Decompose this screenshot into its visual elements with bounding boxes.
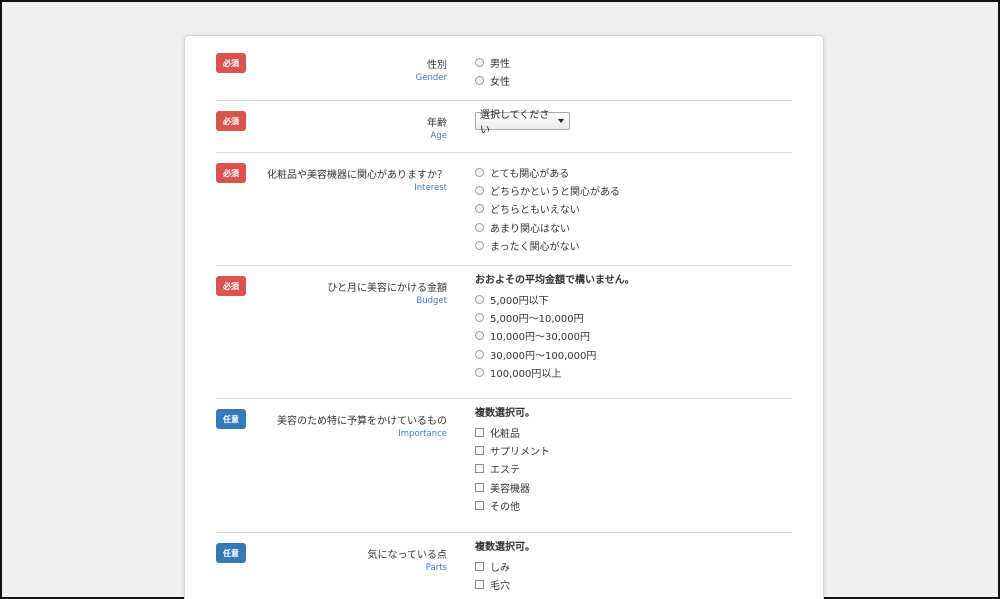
interest-option[interactable]: まったく関心がない bbox=[475, 236, 620, 254]
form-row-parts: 任意 気になっている点 Parts 複数選択可。 しみ 毛穴 bbox=[216, 542, 792, 599]
importance-options: 複数選択可。 化粧品 サプリメント エステ 美容機器 その他 bbox=[475, 408, 550, 514]
field-label: ひと月に美容にかける金額 bbox=[327, 283, 447, 294]
budget-option[interactable]: 5,000円以下 bbox=[475, 290, 635, 308]
radio-button[interactable] bbox=[475, 57, 484, 67]
field-label-en: Parts bbox=[425, 563, 447, 573]
checkbox[interactable] bbox=[475, 427, 484, 437]
optional-badge: 任意 bbox=[216, 409, 246, 429]
radio-button[interactable] bbox=[475, 349, 484, 359]
form-row-age: 必須 年齢 Age 選択してください bbox=[216, 110, 792, 153]
interest-options: とても関心がある どちらかというと関心がある どちらともいえない あまり関心はな… bbox=[475, 163, 620, 254]
checkbox[interactable] bbox=[475, 561, 484, 571]
importance-option[interactable]: 美容機器 bbox=[475, 478, 550, 496]
budget-options: おおよその平均金額で構いません。 5,000円以下 5,000円〜10,000円… bbox=[475, 275, 635, 381]
field-label: 性別 bbox=[427, 60, 447, 71]
age-field: 選択してください bbox=[475, 110, 570, 136]
multi-select-note: 複数選択可。 bbox=[475, 408, 535, 419]
budget-option[interactable]: 5,000円〜10,000円 bbox=[475, 308, 635, 326]
field-label: 美容のため特に予算をかけているもの bbox=[277, 416, 447, 427]
importance-option[interactable]: 化粧品 bbox=[475, 423, 550, 441]
field-label-en: Gender bbox=[415, 73, 447, 83]
form-row-importance: 任意 美容のため特に予算をかけているもの Importance 複数選択可。 化… bbox=[216, 408, 792, 533]
checkbox[interactable] bbox=[475, 482, 484, 492]
required-badge: 必須 bbox=[216, 53, 246, 73]
radio-button[interactable] bbox=[475, 222, 484, 232]
radio-button[interactable] bbox=[475, 294, 484, 304]
optional-badge: 任意 bbox=[216, 543, 246, 563]
required-badge: 必須 bbox=[216, 111, 246, 131]
budget-option[interactable]: 10,000円〜30,000円 bbox=[475, 327, 635, 345]
importance-option[interactable]: その他 bbox=[475, 496, 550, 514]
parts-option[interactable]: 毛穴 bbox=[475, 575, 535, 593]
budget-note: おおよその平均金額で構いません。 bbox=[475, 275, 635, 286]
form-row-budget: 必須 ひと月に美容にかける金額 Budget おおよその平均金額で構いません。 … bbox=[216, 275, 792, 399]
checkbox[interactable] bbox=[475, 445, 484, 455]
gender-options: 男性 女性 bbox=[475, 53, 510, 90]
radio-button[interactable] bbox=[475, 312, 484, 322]
parts-options: 複数選択可。 しみ 毛穴 bbox=[475, 542, 535, 594]
interest-option[interactable]: あまり関心はない bbox=[475, 218, 620, 236]
radio-button[interactable] bbox=[475, 204, 484, 214]
field-label: 年齢 bbox=[427, 118, 447, 129]
checkbox[interactable] bbox=[475, 464, 484, 474]
caret-down-icon bbox=[558, 119, 564, 123]
checkbox[interactable] bbox=[475, 579, 484, 589]
gender-option-male[interactable]: 男性 bbox=[475, 53, 510, 71]
checkbox[interactable] bbox=[475, 500, 484, 510]
parts-option[interactable]: しみ bbox=[475, 557, 535, 575]
field-label-en: Interest bbox=[414, 183, 447, 193]
radio-button[interactable] bbox=[475, 331, 484, 341]
field-label-en: Age bbox=[430, 131, 447, 141]
field-label-en: Budget bbox=[416, 296, 447, 306]
radio-button[interactable] bbox=[475, 367, 484, 377]
multi-select-note: 複数選択可。 bbox=[475, 542, 535, 553]
budget-option[interactable]: 30,000円〜100,000円 bbox=[475, 345, 635, 363]
interest-option[interactable]: どちらかというと関心がある bbox=[475, 181, 620, 199]
importance-option[interactable]: エステ bbox=[475, 460, 550, 478]
form-row-gender: 必須 性別 Gender 男性 女性 bbox=[216, 53, 792, 101]
field-label: 化粧品や美容機器に関心がありますか？ bbox=[267, 170, 447, 181]
radio-button[interactable] bbox=[475, 75, 484, 85]
radio-button[interactable] bbox=[475, 240, 484, 250]
field-label: 気になっている点 bbox=[367, 550, 448, 561]
survey-form-card: 必須 性別 Gender 男性 女性 必須 年齢 Age 選択してください 必須… bbox=[184, 35, 824, 599]
interest-option[interactable]: どちらともいえない bbox=[475, 200, 620, 218]
budget-option[interactable]: 100,000円以上 bbox=[475, 363, 635, 381]
radio-button[interactable] bbox=[475, 167, 484, 177]
required-badge: 必須 bbox=[216, 163, 246, 183]
importance-option[interactable]: サプリメント bbox=[475, 441, 550, 459]
interest-option[interactable]: とても関心がある bbox=[475, 163, 620, 181]
radio-button[interactable] bbox=[475, 185, 484, 195]
age-select[interactable]: 選択してください bbox=[475, 110, 570, 136]
field-label-en: Importance bbox=[398, 429, 447, 439]
form-row-interest: 必須 化粧品や美容機器に関心がありますか？ Interest とても関心がある … bbox=[216, 163, 792, 266]
required-badge: 必須 bbox=[216, 276, 246, 296]
gender-option-female[interactable]: 女性 bbox=[475, 71, 510, 89]
